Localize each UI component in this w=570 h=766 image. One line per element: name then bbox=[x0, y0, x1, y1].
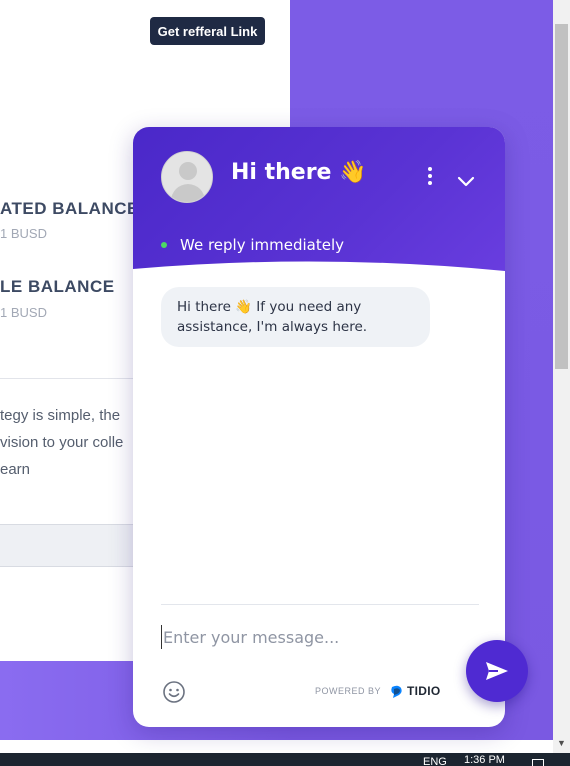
chat-widget: Hi there 👋 We reply immediately Hi there… bbox=[133, 127, 505, 727]
online-status-dot bbox=[161, 242, 167, 248]
taskbar: ENG 1:36 PM bbox=[0, 753, 570, 766]
emoji-icon[interactable] bbox=[162, 680, 186, 704]
taskbar-language[interactable]: ENG bbox=[423, 756, 447, 766]
tidio-brand: TIDIO bbox=[407, 684, 441, 698]
description-line: tegy is simple, the bbox=[0, 407, 121, 424]
chat-title: Hi there 👋 bbox=[231, 160, 367, 185]
balance-value-accumulated: 1 BUSD bbox=[0, 226, 47, 241]
balance-label-available: LE BALANCE bbox=[0, 277, 115, 296]
balance-label-accumulated: ATED BALANCE bbox=[0, 199, 139, 218]
balance-value-available: 1 BUSD bbox=[0, 305, 47, 320]
vertical-scrollbar[interactable]: ▼ bbox=[553, 0, 570, 753]
input-divider bbox=[161, 604, 479, 605]
powered-by-tidio[interactable]: POWERED BY TIDIO bbox=[315, 683, 441, 699]
powered-by-label: POWERED BY bbox=[315, 686, 382, 696]
avatar-icon bbox=[161, 151, 213, 203]
scrollbar-thumb[interactable] bbox=[555, 24, 568, 369]
notification-icon[interactable] bbox=[532, 759, 544, 766]
chat-message-bubble: Hi there 👋 If you need any assistance, I… bbox=[161, 287, 430, 347]
scroll-down-arrow-icon[interactable]: ▼ bbox=[557, 738, 566, 748]
message-input[interactable] bbox=[161, 625, 451, 649]
status-text: We reply immediately bbox=[180, 236, 345, 254]
status-row: We reply immediately bbox=[161, 236, 344, 254]
send-button[interactable] bbox=[466, 640, 528, 702]
taskbar-clock[interactable]: 1:36 PM bbox=[464, 754, 505, 766]
chat-header: Hi there 👋 We reply immediately bbox=[133, 127, 505, 287]
get-referral-link-button[interactable]: Get refferal Link bbox=[150, 17, 265, 45]
header-wave bbox=[133, 261, 505, 287]
chevron-down-icon[interactable] bbox=[455, 171, 477, 191]
more-vertical-icon[interactable] bbox=[421, 167, 439, 191]
description-line: earn bbox=[0, 461, 31, 478]
tidio-logo-icon bbox=[391, 685, 402, 698]
send-icon bbox=[486, 662, 508, 680]
description-line: vision to your colle bbox=[0, 434, 124, 451]
page-bottom-edge bbox=[0, 740, 513, 753]
